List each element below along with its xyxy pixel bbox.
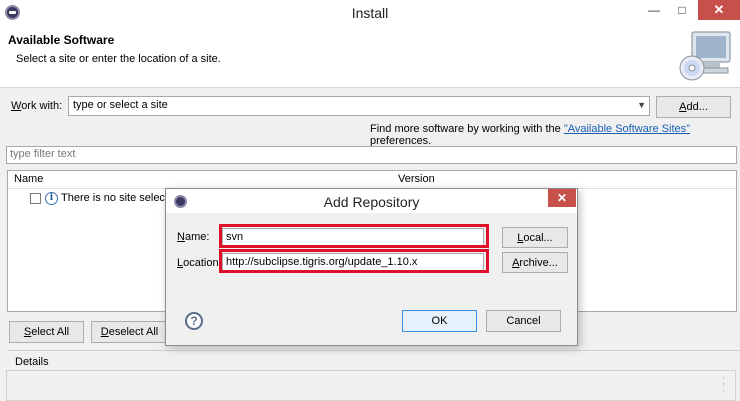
help-icon[interactable]: ? (185, 312, 203, 330)
minimize-button[interactable]: — (640, 0, 668, 20)
work-with-label: Work with: (11, 100, 63, 112)
close-button[interactable]: ✕ (698, 0, 740, 20)
table-row: There is no site selecte (61, 192, 175, 204)
row-checkbox[interactable] (30, 193, 41, 204)
local-button[interactable]: Local... (502, 227, 568, 248)
dialog-title: Add Repository (323, 194, 420, 210)
name-label: Name: (177, 231, 210, 243)
cancel-button[interactable]: Cancel (486, 310, 561, 332)
info-icon: i (45, 192, 58, 205)
dialog-close-button[interactable]: ✕ (548, 189, 576, 207)
filter-input[interactable]: type filter text (6, 146, 737, 164)
install-cd-icon (679, 31, 731, 81)
deselect-all-button[interactable]: Deselect All (91, 321, 168, 343)
find-more-text: Find more software by working with the "… (370, 123, 691, 147)
resize-grip-icon[interactable]: ⁚ ⁚ (722, 377, 730, 393)
available-software-sites-link[interactable]: "Available Software Sites" (564, 123, 690, 135)
chevron-down-icon[interactable]: ▼ (637, 100, 646, 110)
window-title: Install (351, 5, 389, 21)
page-title: Available Software (8, 33, 115, 47)
add-repository-dialog: Add Repository ✕ Name: svn Local... Loca… (165, 188, 578, 346)
work-with-combo[interactable]: type or select a site ▼ (68, 96, 650, 116)
ok-button[interactable]: OK (402, 310, 477, 332)
highlight-box (219, 224, 489, 248)
add-site-button[interactable]: Add... (656, 96, 731, 118)
wizard-banner: Available Software Select a site or ente… (0, 26, 740, 88)
details-area (6, 370, 736, 401)
column-header-extra (597, 171, 736, 189)
highlight-box (219, 249, 489, 273)
location-label: Location: (177, 257, 222, 269)
select-all-button[interactable]: Select All (9, 321, 84, 343)
page-subtitle: Select a site or enter the location of a… (16, 53, 221, 65)
work-with-value: type or select a site (73, 99, 168, 111)
column-header-name[interactable]: Name (8, 171, 392, 189)
window-titlebar: Install — □ ✕ (0, 0, 740, 26)
maximize-button[interactable]: □ (668, 0, 696, 20)
details-label: Details (15, 356, 49, 368)
dialog-titlebar: Add Repository ✕ (166, 189, 577, 213)
archive-button[interactable]: Archive... (502, 252, 568, 273)
column-header-version[interactable]: Version (392, 171, 597, 189)
divider (8, 350, 740, 351)
